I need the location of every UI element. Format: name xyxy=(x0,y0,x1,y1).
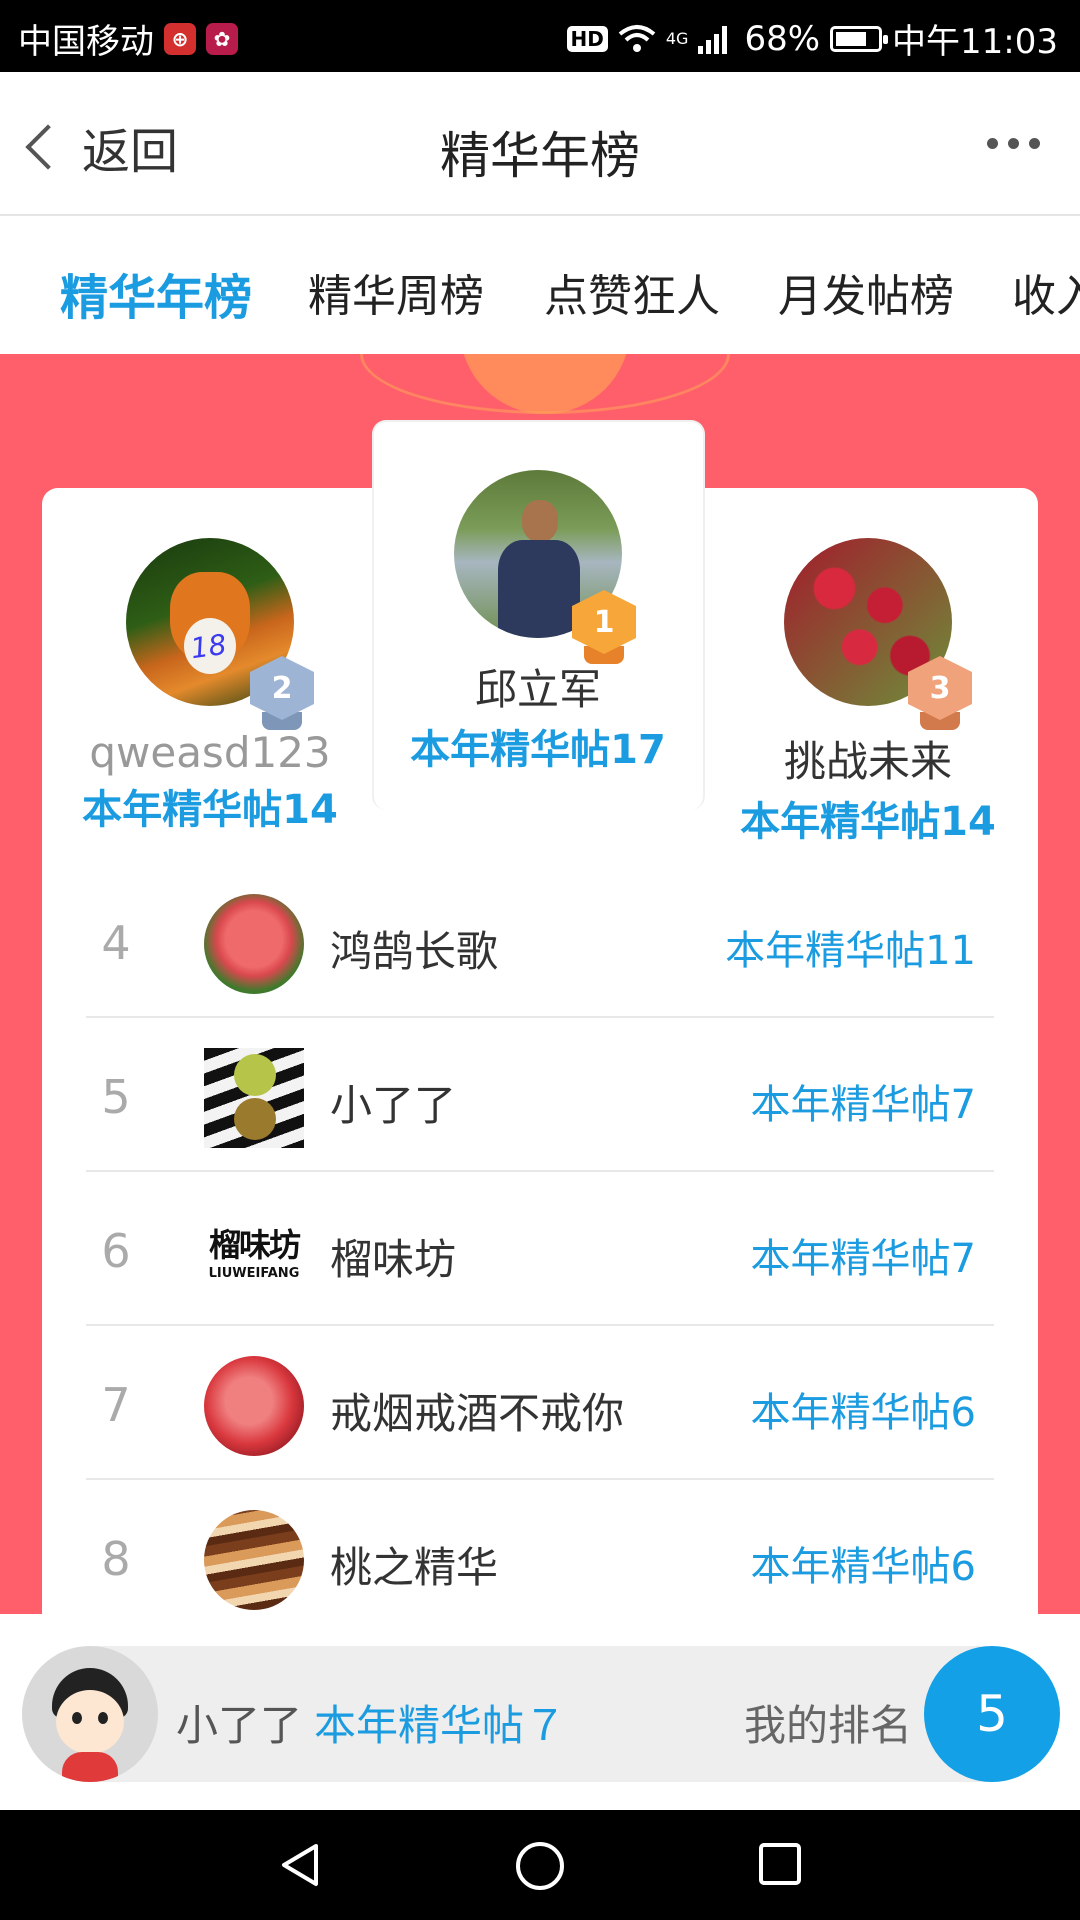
tab-annual-essence[interactable]: 精华年榜 xyxy=(60,258,252,328)
tab-income[interactable]: 收入 xyxy=(1012,260,1080,324)
jupiter-avatar xyxy=(204,1510,304,1610)
page-title: 精华年榜 xyxy=(440,127,640,185)
tab-bar: 精华年榜 精华周榜 点赞狂人 月发帖榜 收入 xyxy=(0,216,1080,354)
list-item[interactable]: 5 小了了 本年精华帖7 xyxy=(86,1018,994,1172)
bronze-medal-icon: 3 xyxy=(908,656,972,730)
carrier-label: 中国移动 xyxy=(18,22,154,62)
signal-icon xyxy=(698,25,728,54)
fruit-avatar xyxy=(204,1048,304,1148)
my-name: 小了了 xyxy=(176,1701,303,1750)
user-name: 戒烟戒酒不戒你 xyxy=(330,1389,625,1438)
essence-count: 本年精华帖7 xyxy=(750,1236,976,1282)
rank-number: 5 xyxy=(101,1070,131,1124)
essence-count: 本年精华帖11 xyxy=(725,928,976,974)
podium-third[interactable]: 3 挑战未来 本年精华帖14 xyxy=(728,538,1008,847)
user-name: 小了了 xyxy=(330,1081,457,1130)
my-count: 本年精华帖７ xyxy=(314,1701,567,1750)
hd-icon: HD xyxy=(566,25,608,52)
list-item[interactable]: 4 鸿鹄长歌 本年精华帖11 xyxy=(86,864,994,1018)
my-avatar[interactable] xyxy=(22,1646,158,1782)
sun-rays-decoration xyxy=(360,354,730,414)
list-item[interactable]: 8 桃之精华 本年精华帖6 xyxy=(86,1480,994,1634)
user-name: 桃之精华 xyxy=(330,1543,499,1592)
podium-second-count: 本年精华帖14 xyxy=(82,787,338,833)
list-item[interactable]: 6 榴味坊 LIUWEIFANG 榴味坊 本年精华帖7 xyxy=(86,1172,994,1326)
podium-first-name: 邱立军 xyxy=(474,665,601,714)
podium-first[interactable]: 1 邱立军 本年精华帖17 xyxy=(398,470,678,775)
podium-second-name: qweasd123 xyxy=(89,728,331,777)
nav-bar: 返回 精华年榜 xyxy=(0,72,1080,216)
user-name: 榴味坊 xyxy=(330,1235,457,1284)
essence-count: 本年精华帖6 xyxy=(750,1390,976,1436)
essence-count: 本年精华帖7 xyxy=(750,1082,976,1128)
system-nav-bar xyxy=(0,1810,1080,1920)
silver-medal-icon: 2 xyxy=(250,656,314,730)
rank-number: 6 xyxy=(101,1224,131,1278)
clock: 中午11:03 xyxy=(892,22,1058,62)
recents-square-icon[interactable] xyxy=(756,1840,804,1888)
tab-monthly-posts[interactable]: 月发帖榜 xyxy=(778,260,954,324)
podium-first-count: 本年精华帖17 xyxy=(410,727,666,773)
wifi-icon xyxy=(618,24,656,52)
my-rank-bar[interactable]: 小了了 本年精华帖７ 我的排名 5 xyxy=(0,1614,1080,1810)
battery-percent: 68% xyxy=(744,18,821,59)
gold-medal-icon: 1 xyxy=(572,590,636,664)
rank-number: 8 xyxy=(101,1532,131,1586)
my-rank-label: 我的排名 xyxy=(744,1701,913,1750)
carrier-app-icon: ⊕ xyxy=(164,22,196,55)
network-type-label: 4G xyxy=(665,29,689,48)
my-rank-badge: 5 xyxy=(924,1646,1060,1782)
podium-third-count: 本年精华帖14 xyxy=(740,799,996,845)
user-name: 鸿鹄长歌 xyxy=(330,927,499,976)
peach-avatar xyxy=(204,894,304,994)
essence-count: 本年精华帖6 xyxy=(750,1544,976,1590)
podium-third-name: 挑战未来 xyxy=(783,737,952,786)
liuweifang-logo-avatar: 榴味坊 LIUWEIFANG xyxy=(204,1202,304,1302)
huawei-icon: ✿ xyxy=(206,22,238,55)
status-bar: 中国移动 ⊕ ✿ HD 4G 68% 中午11:03 xyxy=(0,0,1080,72)
tab-likes[interactable]: 点赞狂人 xyxy=(544,260,720,324)
home-circle-icon[interactable] xyxy=(514,1840,566,1892)
rank-number: 7 xyxy=(101,1378,131,1432)
battery-icon xyxy=(830,25,889,52)
back-triangle-icon[interactable] xyxy=(276,1840,326,1890)
tab-weekly-essence[interactable]: 精华周榜 xyxy=(308,260,484,324)
rank-number: 4 xyxy=(101,916,131,970)
peach-avatar xyxy=(204,1356,304,1456)
podium-second[interactable]: 18 2 qweasd123 本年精华帖14 xyxy=(70,538,350,835)
more-options-icon[interactable] xyxy=(987,138,1040,149)
list-item[interactable]: 7 戒烟戒酒不戒你 本年精华帖6 xyxy=(86,1326,994,1480)
